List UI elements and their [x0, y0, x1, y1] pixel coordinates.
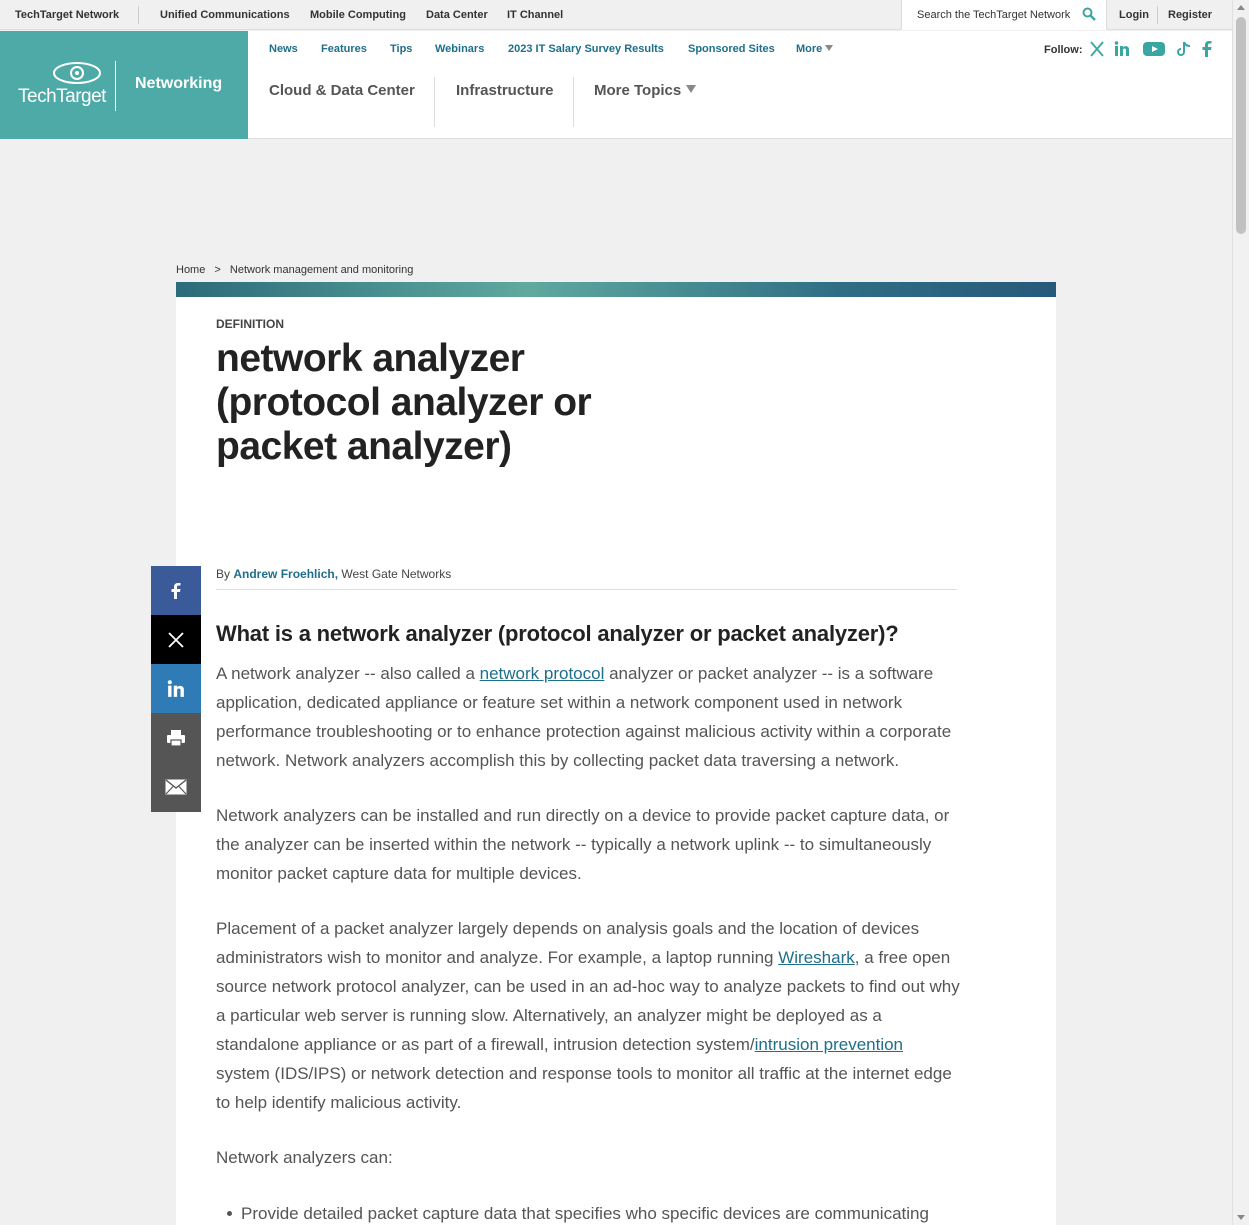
- techtarget-logo-text: TechTarget: [18, 86, 106, 107]
- follow-label: Follow:: [1044, 44, 1083, 56]
- facebook-icon: [171, 582, 181, 599]
- paragraph-1: A network analyzer -- also called a netw…: [216, 659, 961, 775]
- breadcrumb: Home > Network management and monitoring: [176, 264, 419, 276]
- paragraph-2: Network analyzers can be installed and r…: [216, 806, 950, 883]
- article-kicker: DEFINITION: [216, 317, 284, 331]
- linkedin-icon: [167, 679, 184, 697]
- divider: [573, 77, 574, 127]
- byline-prefix: By: [216, 567, 231, 581]
- share-email-button[interactable]: [151, 762, 201, 812]
- techtarget-network-link[interactable]: TechTarget Network: [15, 9, 119, 21]
- x-icon: [168, 631, 184, 648]
- mainnav-more-topics[interactable]: More Topics: [594, 82, 697, 99]
- paragraph-text: system (IDS/IPS) or network detection an…: [216, 1064, 952, 1112]
- subnav-features[interactable]: Features: [321, 43, 367, 55]
- caret-down-icon: [825, 45, 834, 51]
- login-link[interactable]: Login: [1119, 9, 1149, 21]
- article-body: DEFINITION network analyzer (protocol an…: [176, 297, 1056, 1225]
- scrollbar-thumb[interactable]: [1236, 17, 1246, 234]
- subnav-webinars[interactable]: Webinars: [435, 43, 484, 55]
- subnav-sponsored-sites[interactable]: Sponsored Sites: [688, 43, 775, 55]
- author-org: West Gate Networks: [341, 567, 452, 581]
- share-print-button[interactable]: [151, 713, 201, 762]
- search-box[interactable]: Search the TechTarget Network: [901, 0, 1107, 30]
- share-linkedin-button[interactable]: [151, 664, 201, 713]
- byline: By Andrew Froehlich, West Gate Networks: [216, 567, 957, 590]
- tiktok-icon[interactable]: [1177, 41, 1191, 57]
- share-x-button[interactable]: [151, 615, 201, 664]
- network-protocol-link[interactable]: network protocol: [480, 664, 605, 683]
- breadcrumb-current[interactable]: Network management and monitoring: [230, 264, 413, 276]
- topbar-link-it-channel[interactable]: IT Channel: [507, 9, 563, 21]
- youtube-icon[interactable]: [1143, 41, 1165, 57]
- paragraph-3: Placement of a packet analyzer largely d…: [216, 914, 961, 1117]
- section-heading: What is a network analyzer (protocol ana…: [216, 621, 899, 646]
- subnav-more[interactable]: More: [796, 43, 834, 55]
- author-link[interactable]: Andrew Froehlich,: [233, 567, 338, 581]
- page-scrollbar[interactable]: [1232, 0, 1249, 1225]
- paragraph-4: Network analyzers can:: [216, 1148, 393, 1167]
- list-item: Provide detailed packet capture data tha…: [227, 1199, 961, 1225]
- search-icon[interactable]: [1082, 7, 1096, 21]
- share-facebook-button[interactable]: [151, 566, 201, 615]
- breadcrumb-separator: >: [214, 264, 221, 276]
- site-header: TechTarget Networking News Features Tips…: [0, 31, 1232, 139]
- page-title: network analyzer (protocol analyzer or p…: [216, 337, 592, 468]
- caret-down-icon: [686, 85, 697, 93]
- section-name[interactable]: Networking: [135, 75, 222, 93]
- facebook-icon[interactable]: [1202, 41, 1212, 57]
- paragraph-text: A network analyzer -- also called a: [216, 664, 480, 683]
- subnav-salary-survey[interactable]: 2023 IT Salary Survey Results: [508, 43, 664, 55]
- brand-block[interactable]: TechTarget Networking: [0, 31, 248, 139]
- topbar-link-data-center[interactable]: Data Center: [426, 9, 488, 21]
- subnav-news[interactable]: News: [269, 43, 298, 55]
- divider: [1157, 6, 1158, 24]
- linkedin-icon[interactable]: [1114, 41, 1130, 57]
- scroll-down-arrow-icon[interactable]: [1237, 1215, 1245, 1220]
- register-link[interactable]: Register: [1168, 9, 1212, 21]
- search-input[interactable]: Search the TechTarget Network: [917, 9, 1070, 21]
- brand-divider: [115, 61, 116, 111]
- print-icon: [167, 729, 185, 747]
- more-topics-label: More Topics: [594, 82, 682, 99]
- subnav-tips[interactable]: Tips: [390, 43, 412, 55]
- mainnav-infrastructure[interactable]: Infrastructure: [456, 82, 554, 99]
- topbar-link-mobile-computing[interactable]: Mobile Computing: [310, 9, 406, 21]
- top-bar: TechTarget Network Unified Communication…: [0, 0, 1232, 30]
- topbar-link-unified-communications[interactable]: Unified Communications: [160, 9, 290, 21]
- divider: [434, 77, 435, 127]
- x-icon[interactable]: [1090, 41, 1104, 57]
- scroll-up-arrow-icon[interactable]: [1237, 5, 1245, 10]
- divider: [138, 6, 139, 24]
- subnav-more-label: More: [796, 43, 823, 55]
- mainnav-cloud-data-center[interactable]: Cloud & Data Center: [269, 82, 415, 99]
- techtarget-eye-logo-icon: [53, 62, 101, 84]
- article-accent-bar: [176, 282, 1056, 297]
- intrusion-prevention-link[interactable]: intrusion prevention: [755, 1035, 903, 1054]
- email-icon: [165, 779, 187, 795]
- wireshark-link[interactable]: Wireshark: [778, 948, 855, 967]
- breadcrumb-home[interactable]: Home: [176, 264, 205, 276]
